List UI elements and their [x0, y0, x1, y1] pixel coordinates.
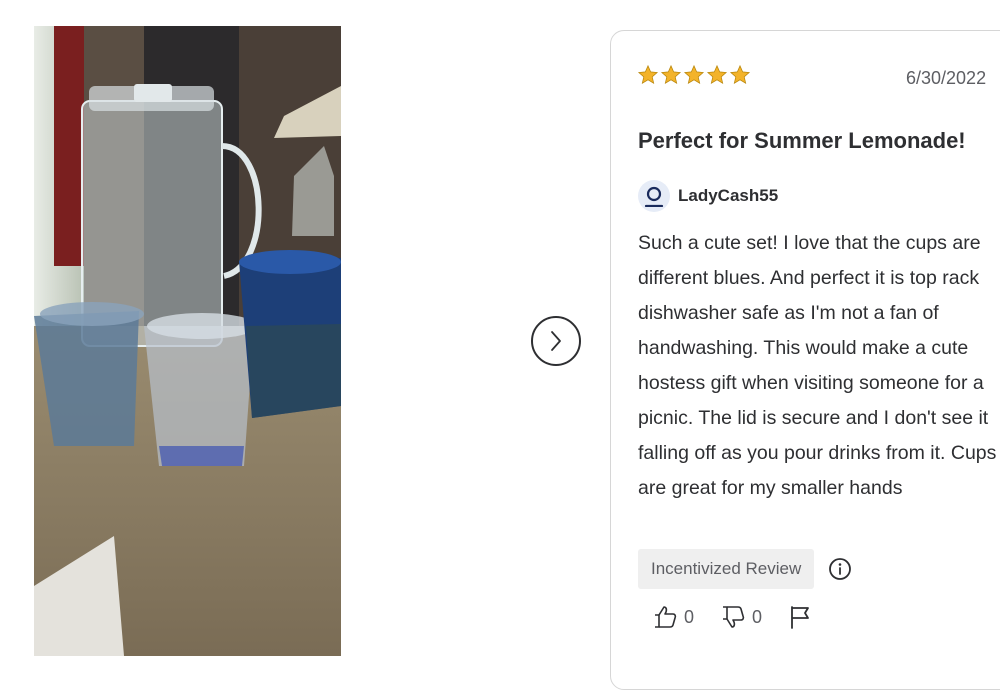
- incentivized-review-badge: Incentivized Review: [638, 549, 815, 589]
- star-rating: [637, 64, 751, 86]
- star-icon: [660, 64, 682, 85]
- star-icon: [683, 64, 705, 85]
- helpful-button[interactable]: 0: [652, 604, 694, 630]
- star-icon: [729, 64, 751, 85]
- avatar: [638, 180, 670, 212]
- chevron-right-icon: [551, 331, 561, 351]
- unhelpful-button[interactable]: 0: [720, 604, 762, 630]
- review-photo[interactable]: [34, 26, 341, 656]
- vote-bar: 0 0: [652, 604, 812, 630]
- unhelpful-count: 0: [752, 606, 763, 627]
- review-title: Perfect for Summer Lemonade!: [638, 128, 966, 153]
- thumbs-up-icon: [655, 606, 677, 628]
- next-review-button[interactable]: [531, 316, 581, 366]
- review-body: Such a cute set! I love that the cups ar…: [638, 232, 997, 499]
- review-author: LadyCash55: [638, 180, 778, 212]
- info-icon[interactable]: [828, 557, 852, 581]
- thumbs-down-icon: [723, 606, 745, 628]
- pitcher-and-cups-image: [34, 26, 341, 656]
- star-icon: [706, 64, 728, 85]
- helpful-count: 0: [684, 606, 695, 627]
- user-icon: [644, 186, 664, 207]
- flag-icon[interactable]: [788, 604, 812, 630]
- badge-row: Incentivized Review: [638, 549, 852, 589]
- star-icon: [637, 64, 659, 85]
- author-name: LadyCash55: [678, 186, 779, 205]
- review-date: 6/30/2022: [906, 68, 987, 88]
